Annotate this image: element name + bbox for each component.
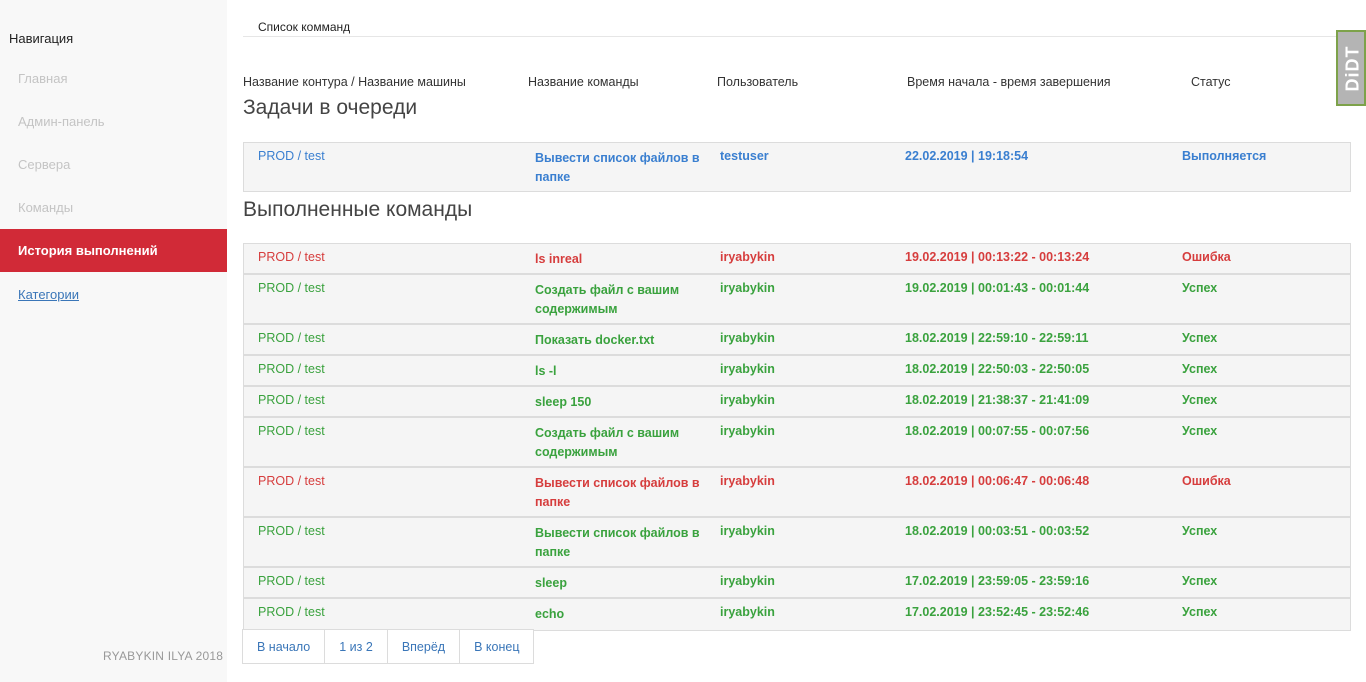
didt-badge: DiDT xyxy=(1336,30,1366,106)
column-header-time: Время начала - время завершения xyxy=(907,75,1111,89)
column-header-status: Статус xyxy=(1191,75,1231,89)
row-time: 19.02.2019 | 00:01:43 - 00:01:44 xyxy=(905,281,1090,295)
queue-section-title: Задачи в очереди xyxy=(243,96,418,119)
pagination-last-button[interactable]: В конец xyxy=(459,629,535,664)
row-machine: PROD / test xyxy=(258,393,325,407)
row-user: iryabykin xyxy=(720,281,775,295)
row-command: Вывести список файлов в папке xyxy=(535,151,700,184)
column-header-machine: Название контура / Название машины xyxy=(243,75,466,89)
row-user: iryabykin xyxy=(720,574,775,588)
table-row: PROD / test Вывести список файлов в папке… xyxy=(244,518,1350,568)
sidebar-item-servers[interactable]: Сервера xyxy=(0,143,227,186)
sidebar: Навигация Главная Админ-панель Сервера К… xyxy=(0,0,227,682)
breadcrumb-current: Список комманд xyxy=(258,20,351,34)
row-status: Успех xyxy=(1182,393,1218,407)
row-command: Создать файл с вашим содержимым xyxy=(535,283,680,316)
row-command: Вывести список файлов в папке xyxy=(535,476,700,509)
row-user: iryabykin xyxy=(720,393,775,407)
sidebar-item-commands[interactable]: Команды xyxy=(0,186,227,229)
pagination-next-button[interactable]: Вперёд xyxy=(386,629,461,664)
row-command: echo xyxy=(535,607,565,621)
row-user: iryabykin xyxy=(720,524,775,538)
row-user: iryabykin xyxy=(720,605,775,619)
sidebar-item-admin-panel[interactable]: Админ-панель xyxy=(0,100,227,143)
row-machine: PROD / test xyxy=(258,250,325,264)
row-status: Успех xyxy=(1182,424,1218,438)
row-time: 22.02.2019 | 19:18:54 xyxy=(905,149,1029,163)
row-command: ls -l xyxy=(535,364,557,378)
row-user: iryabykin xyxy=(720,362,775,376)
column-header-command: Название команды xyxy=(528,75,639,89)
row-status: Успех xyxy=(1182,524,1218,538)
row-user: iryabykin xyxy=(720,331,775,345)
row-command: sleep xyxy=(535,576,567,590)
row-user: testuser xyxy=(720,149,769,163)
done-table: PROD / test ls inreal iryabykin 19.02.2019 … xyxy=(243,243,1351,631)
row-user: iryabykin xyxy=(720,424,775,438)
table-row: PROD / test ls -l iryabykin 18.02.2019 | 22… xyxy=(244,356,1350,387)
footer-copyright: RYABYKIN ILYA 2018 xyxy=(103,649,224,663)
row-time: 18.02.2019 | 00:03:51 - 00:03:52 xyxy=(905,524,1090,538)
row-command: ls inreal xyxy=(535,252,583,266)
row-status: Успех xyxy=(1182,605,1218,619)
done-section-title: Выполненные команды xyxy=(243,198,473,221)
row-time: 18.02.2019 | 21:38:37 - 21:41:09 xyxy=(905,393,1090,407)
row-machine: PROD / test xyxy=(258,574,325,588)
row-time: 18.02.2019 | 00:06:47 - 00:06:48 xyxy=(905,474,1090,488)
row-machine: PROD / test xyxy=(258,524,325,538)
row-time: 17.02.2019 | 23:52:45 - 23:52:46 xyxy=(905,605,1090,619)
row-user: iryabykin xyxy=(720,474,775,488)
row-time: 17.02.2019 | 23:59:05 - 23:59:16 xyxy=(905,574,1090,588)
row-command: Вывести список файлов в папке xyxy=(535,526,700,559)
row-status: Успех xyxy=(1182,331,1218,345)
row-machine: PROD / test xyxy=(258,331,325,345)
table-row: PROD / test sleep iryabykin 17.02.2019 | 23… xyxy=(244,568,1350,599)
table-row: PROD / test Вывести список файлов в папке… xyxy=(244,468,1350,518)
queue-table: PROD / test Вывести список файлов в папке… xyxy=(243,142,1351,192)
row-machine: PROD / test xyxy=(258,474,325,488)
table-row: PROD / test Создать файл с вашим содержим… xyxy=(244,418,1350,468)
pagination: В начало 1 из 2 Вперёд В конец xyxy=(242,629,535,664)
row-status: Ошибка xyxy=(1182,474,1231,488)
row-status: Успех xyxy=(1182,362,1218,376)
row-status: Ошибка xyxy=(1182,250,1231,264)
row-status: Выполняется xyxy=(1182,149,1267,163)
pagination-current-page[interactable]: 1 из 2 xyxy=(324,629,388,664)
row-command: Создать файл с вашим содержимым xyxy=(535,426,680,459)
sidebar-item-categories[interactable]: Категории xyxy=(0,273,227,316)
table-row: PROD / test echo iryabykin 17.02.2019 | 23:… xyxy=(244,599,1350,630)
didt-badge-text: DiDT xyxy=(1342,45,1363,92)
row-time: 18.02.2019 | 22:50:03 - 22:50:05 xyxy=(905,362,1090,376)
row-time: 18.02.2019 | 00:07:55 - 00:07:56 xyxy=(905,424,1090,438)
table-row: PROD / test sleep 150 iryabykin 18.02.2019 … xyxy=(244,387,1350,418)
row-machine: PROD / test xyxy=(258,362,325,376)
row-status: Успех xyxy=(1182,281,1218,295)
table-row: PROD / test Вывести список файлов в папке… xyxy=(244,143,1350,191)
sidebar-item-home[interactable]: Главная xyxy=(0,57,227,100)
row-user: iryabykin xyxy=(720,250,775,264)
pagination-first-button[interactable]: В начало xyxy=(242,629,326,664)
row-machine: PROD / test xyxy=(258,424,325,438)
row-status: Успех xyxy=(1182,574,1218,588)
nav-heading: Навигация xyxy=(9,31,74,46)
sidebar-item-execution-history[interactable]: История выполнений xyxy=(0,229,227,272)
row-command: sleep 150 xyxy=(535,395,592,409)
breadcrumb: Список комманд xyxy=(243,18,1350,37)
row-command: Показать docker.txt xyxy=(535,333,655,347)
table-row: PROD / test ls inreal iryabykin 19.02.2019 … xyxy=(244,244,1350,275)
table-row: PROD / test Создать файл с вашим содержим… xyxy=(244,275,1350,325)
row-time: 18.02.2019 | 22:59:10 - 22:59:11 xyxy=(905,331,1089,345)
row-machine: PROD / test xyxy=(258,149,325,163)
table-row: PROD / test Показать docker.txt iryabykin 1… xyxy=(244,325,1350,356)
row-machine: PROD / test xyxy=(258,605,325,619)
row-time: 19.02.2019 | 00:13:22 - 00:13:24 xyxy=(905,250,1090,264)
row-machine: PROD / test xyxy=(258,281,325,295)
column-header-user: Пользователь xyxy=(717,75,799,89)
